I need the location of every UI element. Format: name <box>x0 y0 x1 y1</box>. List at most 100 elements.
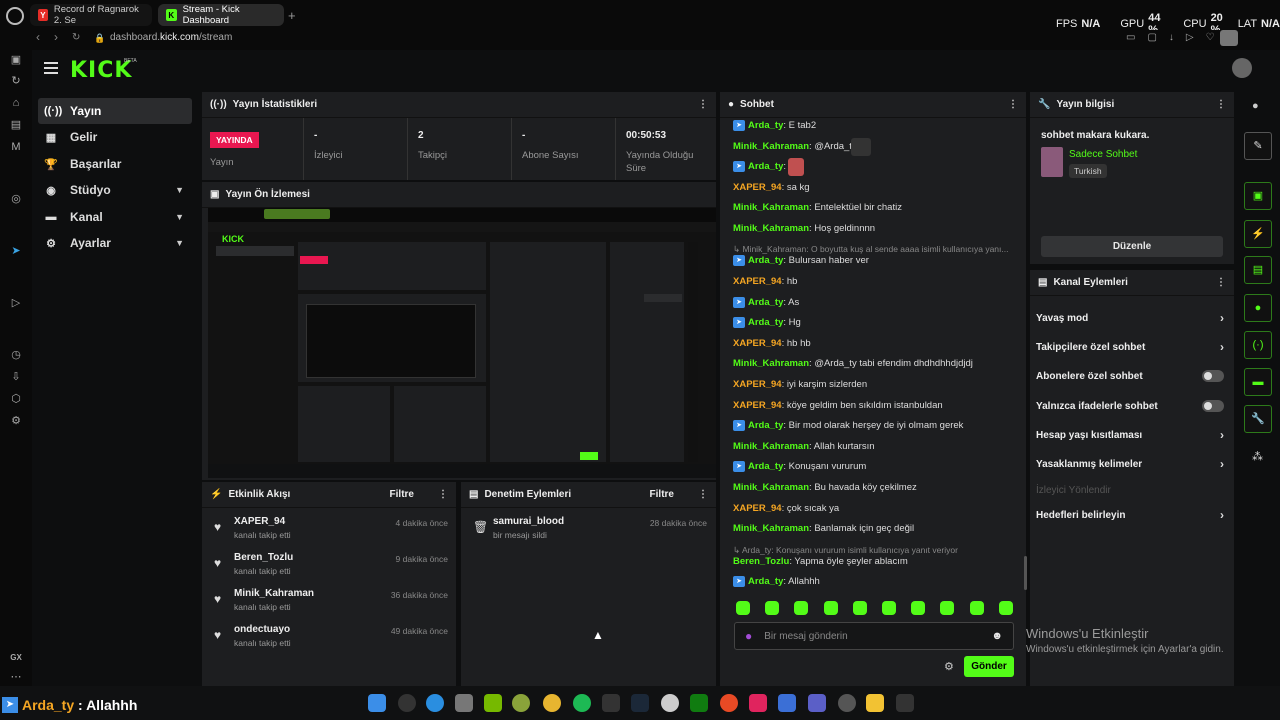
chat-username[interactable]: Arda_ty <box>748 297 783 308</box>
gx-label[interactable]: GX <box>9 651 23 665</box>
broadcast-icon[interactable]: (·) <box>1244 331 1272 359</box>
chat-username[interactable]: Minik_Kahraman <box>733 202 809 213</box>
chat-username[interactable]: Arda_ty <box>748 461 783 472</box>
opera-icon[interactable] <box>661 694 679 712</box>
browser-tab-ragnarok[interactable]: Y Record of Ragnarok 2. Se <box>30 4 152 26</box>
chat-username[interactable]: Minik_Kahraman <box>733 358 809 369</box>
chat-settings-icon[interactable]: ⚙ <box>944 660 954 673</box>
emote-icon[interactable] <box>940 601 955 615</box>
chat-username[interactable]: Arda_ty <box>748 317 783 328</box>
send-icon[interactable]: ▷ <box>9 296 23 310</box>
app-icon[interactable] <box>455 694 473 712</box>
back-icon[interactable]: ‹ <box>36 30 40 44</box>
emote-icon[interactable] <box>736 601 750 615</box>
chat-username[interactable]: Arda_ty <box>748 120 783 131</box>
channel-action-item[interactable]: Yalnızca ifadelerle sohbet <box>1030 392 1230 420</box>
chat-username[interactable]: Beren_Tozlu <box>733 556 789 567</box>
toggle-switch[interactable] <box>1202 370 1224 382</box>
settings-icon[interactable]: ⚙ <box>9 414 23 428</box>
extensions-icon[interactable]: ⬡ <box>9 392 23 406</box>
emote-icon[interactable] <box>882 601 896 615</box>
category-name[interactable]: Sadece Sohbet <box>1069 149 1137 160</box>
emote-icon[interactable] <box>911 601 926 615</box>
nav-item-studyo[interactable]: ◉ Stüdyo ▼ <box>38 177 192 203</box>
nav-item-yayin[interactable]: ((·)) Yayın <box>38 98 192 124</box>
user-avatar[interactable] <box>1232 58 1252 78</box>
emote-icon[interactable] <box>823 601 838 615</box>
player-icon[interactable]: ▣ <box>9 53 23 67</box>
moderation-user[interactable]: samurai_blood <box>493 516 564 527</box>
steam-icon[interactable] <box>631 694 649 712</box>
url-field[interactable]: dashboard.kick.com/stream <box>110 32 232 43</box>
channel-action-item[interactable]: Hesap yaşı kısıtlaması › <box>1030 421 1230 449</box>
download-icon[interactable]: ↓ <box>1169 32 1174 43</box>
nvidia-icon[interactable] <box>484 694 502 712</box>
mic-icon[interactable]: ● <box>745 629 752 643</box>
send-button[interactable]: Gönder <box>964 656 1014 677</box>
nav-item-basarilar[interactable]: 🏆 Başarılar <box>38 151 192 177</box>
epic-games-icon[interactable] <box>896 694 914 712</box>
activity-user[interactable]: ondectuayo <box>234 624 290 635</box>
snapshot-icon[interactable]: ▢ <box>1147 32 1156 43</box>
app-icon[interactable] <box>778 694 796 712</box>
windows-start-icon[interactable] <box>368 694 386 712</box>
news-icon[interactable]: ▤ <box>9 118 23 132</box>
channel-action-item[interactable]: Takipçilere özel sohbet › <box>1030 333 1230 361</box>
chat-username[interactable]: XAPER_94 <box>733 379 782 390</box>
channel-action-item[interactable]: Abonelere özel sohbet <box>1030 362 1230 390</box>
chat-scrollbar[interactable] <box>1024 556 1027 590</box>
chat-username[interactable]: Minik_Kahraman <box>733 523 809 534</box>
chrome-icon[interactable] <box>543 694 561 712</box>
chat-username[interactable]: Minik_Kahraman <box>733 141 809 152</box>
nav-item-kanal[interactable]: ▬ Kanal ▼ <box>38 204 192 230</box>
emote-icon[interactable] <box>969 601 984 615</box>
hamburger-menu-icon[interactable] <box>44 62 58 74</box>
forward-icon[interactable]: › <box>54 30 58 44</box>
lightning-icon[interactable]: ⚡ <box>1244 220 1272 248</box>
new-tab-button[interactable]: + <box>288 8 296 23</box>
browser-tab-kick[interactable]: K Stream - Kick Dashboard <box>158 4 284 26</box>
nav-item-ayarlar[interactable]: ⚙ Ayarlar ▼ <box>38 230 192 256</box>
nav-item-gelir[interactable]: ▦ Gelir <box>38 124 192 150</box>
chat-username[interactable]: Minik_Kahraman <box>733 441 809 452</box>
chat-username[interactable]: Arda_ty <box>748 576 783 587</box>
chat-username[interactable]: Arda_ty <box>748 420 783 431</box>
app-icon[interactable] <box>749 694 767 712</box>
reload-icon[interactable]: ↻ <box>72 32 80 43</box>
spotify-icon[interactable] <box>573 694 591 712</box>
more-options-icon[interactable]: ⋮ <box>1216 99 1226 110</box>
emote-icon[interactable] <box>794 601 809 615</box>
activity-user[interactable]: Beren_Tozlu <box>234 552 293 563</box>
emote-icon[interactable] <box>765 601 780 615</box>
layout-icon[interactable]: ▬ <box>1244 368 1272 396</box>
discord-icon[interactable]: ◎ <box>9 192 23 206</box>
toggle-switch[interactable] <box>1202 400 1224 412</box>
chat-username[interactable]: Minik_Kahraman <box>733 223 809 234</box>
m-icon[interactable]: M <box>9 140 23 154</box>
capture-icon[interactable]: ▣ <box>1244 182 1272 210</box>
puzzle-icon[interactable]: ⁂ <box>1252 450 1263 463</box>
download-manager-icon[interactable]: ⇩ <box>9 370 23 384</box>
chat-username[interactable]: Arda_ty <box>748 255 783 266</box>
chat-username[interactable]: Minik_Kahraman <box>733 482 809 493</box>
more-options-icon[interactable]: ⋮ <box>698 99 708 110</box>
app-icon[interactable] <box>838 694 856 712</box>
telegram-icon[interactable]: ➤ <box>9 244 23 258</box>
more-options-icon[interactable]: ⋮ <box>1216 277 1226 288</box>
file-explorer-icon[interactable] <box>866 694 884 712</box>
store-icon[interactable]: ⌂ <box>9 96 23 110</box>
epic-games-icon[interactable] <box>602 694 620 712</box>
refresh-icon[interactable]: ↻ <box>9 74 23 88</box>
profile-avatar[interactable] <box>1220 30 1238 46</box>
search-icon[interactable] <box>398 694 416 712</box>
teams-icon[interactable] <box>808 694 826 712</box>
emoji-icon[interactable]: ☻ <box>991 630 1003 642</box>
info-icon[interactable]: ● <box>1252 100 1259 112</box>
heart-icon[interactable]: ♡ <box>1206 32 1215 43</box>
chat-username[interactable]: XAPER_94 <box>733 182 782 193</box>
emote-icon[interactable] <box>852 601 867 615</box>
play-icon[interactable]: ▷ <box>1186 32 1194 43</box>
activity-user[interactable]: XAPER_94 <box>234 516 285 527</box>
moderation-filter-button[interactable]: Filtre <box>650 489 674 500</box>
chat-username[interactable]: XAPER_94 <box>733 400 782 411</box>
